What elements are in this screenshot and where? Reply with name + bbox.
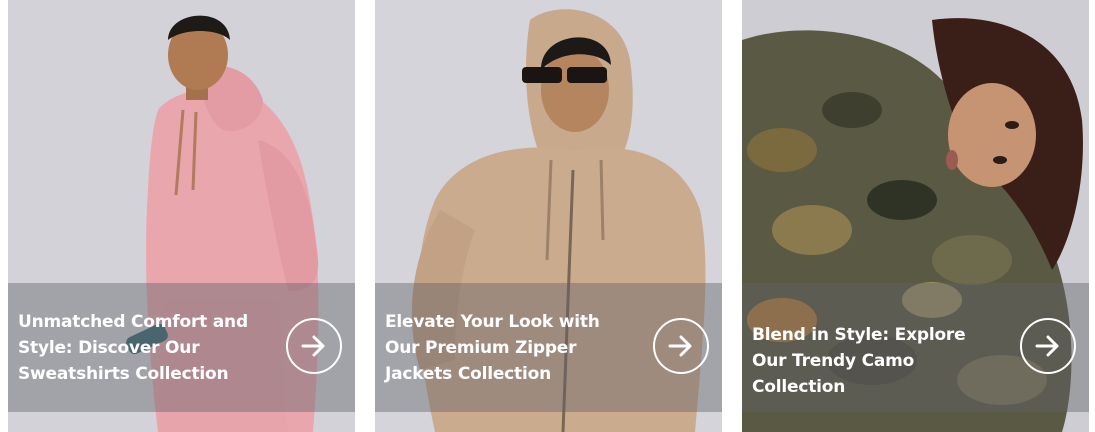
- caption-overlay: Elevate Your Look with Our Premium Zippe…: [375, 283, 722, 412]
- caption-overlay: Blend in Style: Explore Our Trendy Camo …: [742, 283, 1089, 412]
- collection-card-camo[interactable]: Blend in Style: Explore Our Trendy Camo …: [742, 0, 1089, 432]
- collection-grid: Unmatched Comfort and Style: Discover Ou…: [0, 0, 1095, 432]
- view-collection-button[interactable]: [286, 318, 342, 374]
- caption-overlay: Unmatched Comfort and Style: Discover Ou…: [8, 283, 355, 412]
- collection-caption: Elevate Your Look with Our Premium Zippe…: [385, 312, 600, 384]
- view-collection-button[interactable]: [653, 318, 709, 374]
- arrow-right-icon: [301, 335, 325, 357]
- collection-caption: Blend in Style: Explore Our Trendy Camo …: [752, 325, 966, 397]
- arrow-right-icon: [1035, 335, 1059, 357]
- view-collection-button[interactable]: [1020, 318, 1076, 374]
- collection-card-sweatshirts[interactable]: Unmatched Comfort and Style: Discover Ou…: [8, 0, 355, 432]
- arrow-right-icon: [668, 335, 692, 357]
- collection-caption: Unmatched Comfort and Style: Discover Ou…: [18, 312, 248, 384]
- collection-card-zipper-jackets[interactable]: Elevate Your Look with Our Premium Zippe…: [375, 0, 722, 432]
